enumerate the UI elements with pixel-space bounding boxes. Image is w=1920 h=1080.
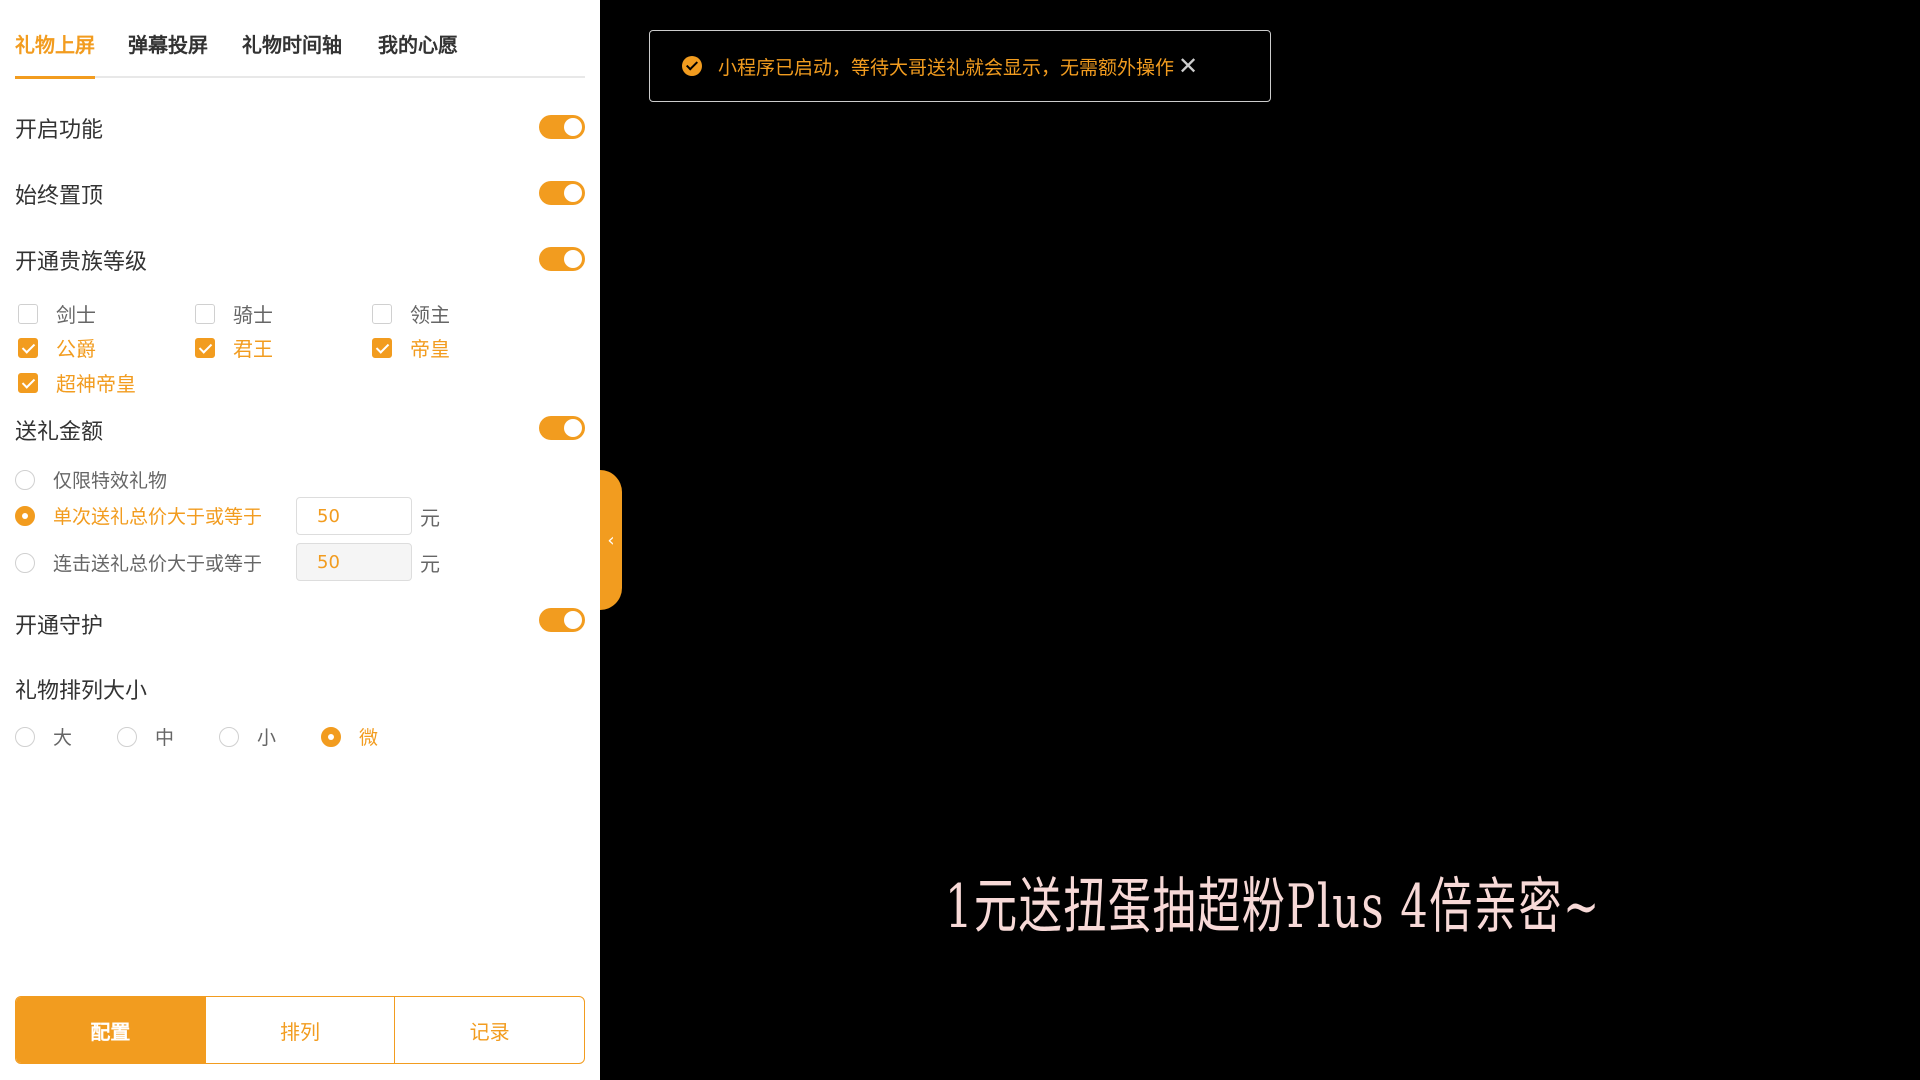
combo-gift-amount-input[interactable] [296,543,412,581]
noble-checkbox-king[interactable]: 君王 [195,333,273,362]
radio-size-tiny[interactable]: 微 [321,723,378,750]
gift-amount-toggle[interactable] [539,416,585,440]
checkbox-label: 君王 [233,337,273,361]
checkbox-label: 帝皇 [410,337,450,361]
unit-label: 元 [420,506,440,530]
checkbox-checked-icon [195,337,215,358]
noble-checkbox-lord[interactable]: 领主 [372,299,450,328]
checkbox-checked-icon [372,337,392,358]
radio-label: 小 [257,727,277,749]
unit-label: 元 [420,552,440,576]
checkbox-label: 领主 [410,303,450,327]
radio-combo-gift-total[interactable]: 连击送礼总价大于或等于 [15,549,262,576]
collapse-panel-handle[interactable]: ‹ [600,470,622,610]
radio-size-medium[interactable]: 中 [117,723,174,750]
radio-size-large[interactable]: 大 [15,723,72,750]
settings-panel: 礼物上屏 弹幕投屏 礼物时间轴 我的心愿 开启功能 始终置顶 开通贵族等级 剑士… [0,0,600,1080]
radio-icon [15,726,35,747]
notification-text: 小程序已启动，等待大哥送礼就会显示，无需额外操作 [718,56,1175,79]
radio-icon [117,726,137,747]
radio-selected-icon [15,505,35,526]
noble-checkbox-knight[interactable]: 骑士 [195,299,273,328]
always-top-label: 始终置顶 [15,184,104,209]
radio-label: 微 [359,727,379,749]
enable-label: 开启功能 [15,118,104,143]
gift-amount-label: 送礼金额 [15,420,104,445]
radio-selected-icon [321,726,341,747]
radio-label: 单次送礼总价大于或等于 [53,506,263,528]
checkbox-label: 骑士 [233,303,273,327]
always-top-toggle[interactable] [539,181,585,205]
bottom-button-group: 配置 排列 记录 [15,996,585,1064]
close-icon[interactable]: ✕ [1178,52,1198,80]
guard-label: 开通守护 [15,614,104,639]
chevron-left-icon: ‹ [607,529,615,551]
radio-label: 大 [53,727,73,749]
noble-checkbox-emperor[interactable]: 帝皇 [372,333,450,362]
gift-size-label: 礼物排列大小 [15,679,148,704]
single-gift-amount-input[interactable] [296,497,412,535]
config-button[interactable]: 配置 [16,997,205,1063]
radio-single-gift-total[interactable]: 单次送礼总价大于或等于 [15,502,262,529]
guard-toggle[interactable] [539,608,585,632]
radio-label: 仅限特效礼物 [53,470,168,492]
tab-danmaku[interactable]: 弹幕投屏 [128,30,208,76]
checkbox-label: 公爵 [56,337,96,361]
checkbox-icon [372,303,392,324]
tab-gift-timeline[interactable]: 礼物时间轴 [242,30,342,76]
scrolling-marquee-text: 1元送扭蛋抽超粉Plus 4倍亲密~ [945,872,1601,942]
checkbox-checked-icon [18,372,38,393]
checkbox-label: 剑士 [56,303,96,327]
checkbox-icon [195,303,215,324]
noble-level-toggle[interactable] [539,247,585,271]
tab-bar: 礼物上屏 弹幕投屏 礼物时间轴 我的心愿 [15,0,585,79]
enable-toggle[interactable] [539,115,585,139]
notification-toast: 小程序已启动，等待大哥送礼就会显示，无需额外操作 ✕ [649,30,1271,102]
radio-icon [15,469,35,490]
noble-level-label: 开通贵族等级 [15,250,148,275]
radio-label: 中 [155,727,175,749]
noble-checkbox-super-emperor[interactable]: 超神帝皇 [18,368,136,397]
radio-icon [219,726,239,747]
radio-label: 连击送礼总价大于或等于 [53,553,263,575]
checkbox-label: 超神帝皇 [56,372,136,396]
noble-checkbox-swordsman[interactable]: 剑士 [18,299,96,328]
tab-gift-screen[interactable]: 礼物上屏 [15,30,95,79]
arrange-button[interactable]: 排列 [204,997,395,1063]
record-button[interactable]: 记录 [394,997,584,1063]
tab-my-wish[interactable]: 我的心愿 [378,30,458,76]
checkbox-icon [18,303,38,324]
check-circle-icon [682,56,702,76]
radio-effect-gift-only[interactable]: 仅限特效礼物 [15,466,167,493]
checkbox-checked-icon [18,337,38,358]
radio-size-small[interactable]: 小 [219,723,276,750]
radio-icon [15,552,35,573]
noble-checkbox-duke[interactable]: 公爵 [18,333,96,362]
